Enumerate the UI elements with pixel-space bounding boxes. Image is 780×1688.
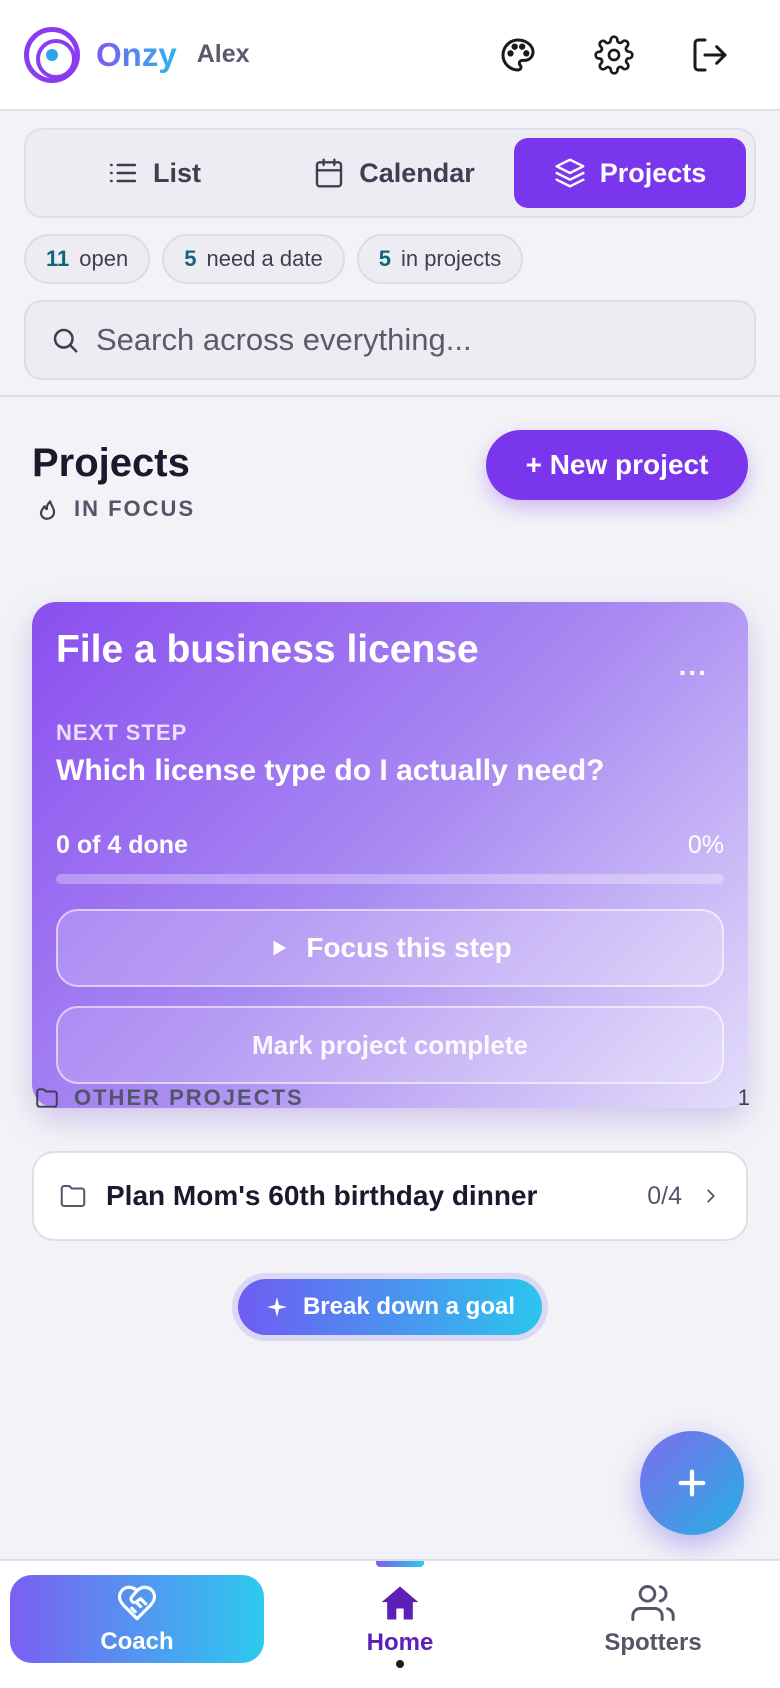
project-name: Plan Mom's 60th birthday dinner [106, 1180, 538, 1211]
list-icon [109, 163, 137, 183]
nav-home-label: Home [366, 1629, 434, 1656]
progress-percent: 0% [687, 831, 724, 859]
break-down-goal-button[interactable]: Break down a goal [238, 1279, 542, 1335]
in-focus-header: IN FOCUS [34, 496, 195, 522]
chevron-right-icon [707, 1189, 715, 1203]
gear-icon [594, 34, 634, 75]
chip-count: 5 [184, 246, 197, 271]
calendar-icon [316, 158, 343, 188]
next-step-text: Which license type do I actually need? [56, 754, 605, 787]
flame-icon [39, 500, 56, 520]
settings-button[interactable] [588, 29, 640, 81]
focus-step-button[interactable]: Focus this step [56, 909, 724, 987]
nav-spotters[interactable]: Spotters [553, 1575, 753, 1663]
search-bar [24, 300, 756, 380]
add-fab-button[interactable] [640, 1431, 744, 1535]
heart-handshake-icon [117, 1585, 157, 1621]
other-projects-label: OTHER PROJECTS [74, 1085, 304, 1110]
nav-coach-label: Coach [100, 1628, 174, 1655]
mark-complete-label: Mark project complete [252, 1029, 528, 1060]
focus-step-label: Focus this step [306, 932, 512, 963]
chip-need-date[interactable]: 5 need a date [162, 234, 345, 284]
home-icon [381, 1586, 419, 1620]
project-row[interactable]: Plan Mom's 60th birthday dinner 0/4 [32, 1151, 748, 1241]
folder-icon [36, 1088, 58, 1108]
progress-text: 0 of 4 done [56, 831, 188, 859]
next-step-label: NEXT STEP [56, 720, 188, 745]
chip-label: open [79, 246, 129, 271]
focus-project-title: File a business license [56, 628, 479, 671]
palette-button[interactable] [492, 29, 544, 81]
chip-open[interactable]: 11 open [24, 234, 151, 284]
main-content: Projects + New project IN FOCUS File a b… [0, 399, 780, 1559]
focus-project-card: File a business license ... NEXT STEP Wh… [32, 602, 748, 1108]
header-actions [492, 29, 756, 81]
sparkle-icon [266, 1297, 287, 1317]
chip-in-projects[interactable]: 5 in projects [356, 234, 524, 284]
filter-bar: List Calendar Projects 11 open 5 need a … [0, 113, 780, 397]
project-progress: 0/4 [647, 1181, 682, 1210]
progress-bar [56, 874, 724, 884]
active-tab-indicator [376, 1561, 424, 1567]
app-header: Onzy Alex [0, 0, 780, 111]
view-switcher: List Calendar Projects [24, 128, 756, 218]
other-projects-header: OTHER PROJECTS [34, 1085, 304, 1111]
play-icon [273, 940, 287, 956]
plus-icon [678, 1469, 706, 1497]
users-icon [631, 1585, 675, 1621]
folder-icon [60, 1185, 86, 1207]
tab-calendar-label: Calendar [359, 157, 475, 188]
tab-calendar[interactable]: Calendar [274, 138, 514, 208]
mark-complete-button[interactable]: Mark project complete [56, 1006, 724, 1084]
bottom-nav: Coach Home Spotters [0, 1559, 780, 1688]
in-focus-label: IN FOCUS [74, 496, 196, 521]
nav-coach[interactable]: Coach [10, 1575, 264, 1663]
page-title: Projects [32, 441, 190, 485]
chip-count: 11 [46, 246, 70, 271]
chip-label: need a date [206, 246, 323, 271]
tab-projects[interactable]: Projects [514, 138, 746, 208]
active-dot [396, 1660, 404, 1668]
logout-button[interactable] [684, 29, 736, 81]
layers-icon [555, 158, 585, 188]
summary-chips: 11 open 5 need a date 5 in projects [24, 234, 524, 284]
logo-icon [24, 26, 80, 83]
brand-name: Onzy [96, 35, 177, 73]
break-down-label: Break down a goal [302, 1293, 516, 1320]
palette-icon [501, 38, 535, 71]
chip-count: 5 [378, 246, 391, 271]
tab-list[interactable]: List [34, 138, 274, 208]
search-input[interactable] [96, 322, 730, 358]
more-options-button[interactable]: ... [679, 650, 708, 682]
other-projects-count: 1 [737, 1085, 750, 1110]
search-icon [53, 328, 78, 353]
tab-list-label: List [152, 157, 201, 188]
tab-projects-label: Projects [599, 157, 707, 188]
chip-label: in projects [400, 246, 502, 271]
nav-spotters-label: Spotters [604, 1629, 702, 1656]
logout-icon [693, 38, 727, 71]
user-name: Alex [196, 40, 250, 68]
nav-home[interactable]: Home [300, 1575, 500, 1663]
new-project-button[interactable]: + New project [486, 430, 748, 500]
